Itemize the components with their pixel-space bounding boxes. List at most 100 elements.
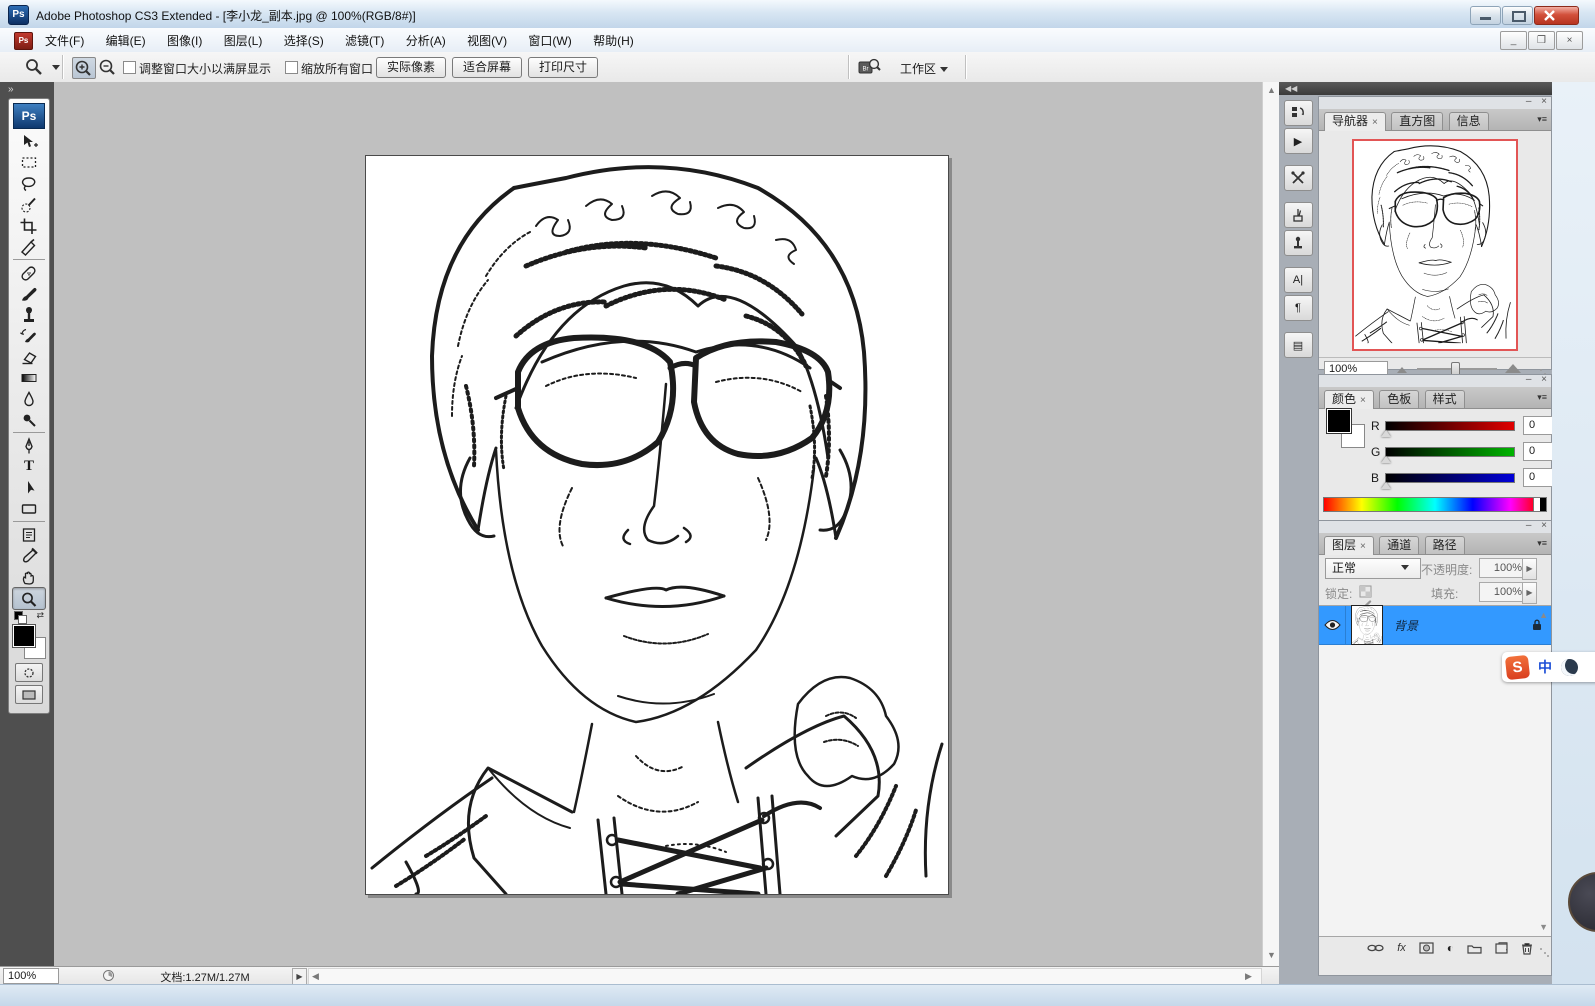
swap-colors-icon[interactable]: ⇄ (36, 610, 44, 621)
menu-window[interactable]: 窗口(W) (519, 28, 580, 53)
spectrum-white-swatch[interactable] (1533, 498, 1540, 511)
quick-mask-button[interactable] (15, 663, 43, 682)
document-canvas-area[interactable] (54, 82, 1262, 966)
menu-help[interactable]: 帮助(H) (584, 28, 643, 53)
eyedropper-tool[interactable] (13, 545, 45, 566)
scroll-left-icon[interactable]: ◀ (312, 971, 319, 982)
panel-close-icon[interactable]: × (1541, 96, 1547, 107)
panel-scroll-down-icon[interactable]: ▼ (1539, 922, 1548, 932)
opacity-arrow-icon[interactable]: ▶ (1522, 558, 1537, 580)
tab-histogram[interactable]: 直方图 (1391, 112, 1443, 130)
adjustment-layer-icon[interactable]: ◐ (1447, 941, 1454, 955)
brushes-panel-icon[interactable] (1284, 202, 1313, 228)
zoom-in-button[interactable] (72, 57, 96, 79)
zoom-tool[interactable] (12, 587, 46, 610)
fill-value[interactable]: 100% (1479, 582, 1527, 602)
panel-close-icon[interactable]: × (1541, 374, 1547, 385)
zoom-tool-option-icon[interactable] (24, 57, 44, 77)
tab-close-icon[interactable]: × (1360, 541, 1366, 552)
type-tool[interactable]: T (13, 456, 45, 477)
zoom-all-checkbox[interactable] (285, 61, 298, 74)
window-minimize-button[interactable] (1470, 6, 1501, 25)
opacity-value[interactable]: 100% (1479, 558, 1527, 578)
tab-color[interactable]: 颜色× (1324, 390, 1374, 409)
ime-fullhalf-icon[interactable] (1561, 659, 1578, 676)
status-zoom-field[interactable]: 100% (3, 968, 59, 984)
layer-visibility-cell[interactable] (1319, 606, 1346, 644)
tool-preset-caret-icon[interactable] (52, 65, 60, 70)
panel-menu-icon[interactable]: ▾≡ (1537, 538, 1547, 549)
red-channel-slider[interactable] (1385, 421, 1515, 431)
window-close-button[interactable] (1534, 6, 1579, 25)
navigator-proxy-view[interactable] (1352, 139, 1518, 351)
collapse-tools-icon[interactable]: » (8, 84, 12, 95)
panel-close-icon[interactable]: × (1541, 520, 1547, 531)
menu-file[interactable]: 文件(F) (36, 28, 93, 53)
character-panel-icon[interactable]: A| (1284, 267, 1313, 293)
tab-paths[interactable]: 路径 (1425, 536, 1465, 554)
tab-styles[interactable]: 样式 (1425, 390, 1465, 408)
lasso-tool[interactable] (13, 173, 45, 194)
menu-analysis[interactable]: 分析(A) (397, 28, 455, 53)
spot-healing-tool[interactable] (13, 262, 45, 283)
tab-close-icon[interactable]: × (1360, 395, 1366, 406)
lock-transparency-icon[interactable] (1359, 585, 1372, 598)
actual-pixels-button[interactable]: 实际像素 (376, 57, 446, 78)
menu-edit[interactable]: 编辑(E) (97, 28, 155, 53)
blue-channel-slider[interactable] (1385, 473, 1515, 483)
status-menu-arrow[interactable]: ▶ (292, 968, 307, 985)
vertical-scrollbar[interactable]: ▲ ▼ (1262, 82, 1280, 966)
green-slider-thumb[interactable] (1381, 456, 1391, 463)
hand-tool[interactable] (13, 566, 45, 587)
fit-screen-button[interactable]: 适合屏幕 (452, 57, 522, 78)
history-brush-tool[interactable] (13, 325, 45, 346)
tab-layers[interactable]: 图层× (1324, 536, 1374, 555)
zoom-in-mountain-icon[interactable] (1505, 364, 1521, 373)
color-spectrum-ramp[interactable] (1323, 497, 1547, 512)
dodge-tool[interactable] (13, 409, 45, 430)
workspace-label[interactable]: 工作区 (900, 60, 948, 77)
panel-minimize-icon[interactable]: – (1526, 96, 1532, 107)
layer-style-icon[interactable]: fx (1397, 942, 1406, 954)
layer-thumbnail[interactable] (1352, 606, 1382, 644)
scroll-down-icon[interactable]: ▼ (1263, 950, 1280, 960)
fit-window-checkbox[interactable] (123, 61, 136, 74)
layer-name[interactable]: 背景 (1394, 617, 1418, 634)
link-layers-icon[interactable] (1367, 943, 1384, 953)
eraser-tool[interactable] (13, 346, 45, 367)
marquee-tool[interactable] (13, 152, 45, 173)
menu-layer[interactable]: 图层(L) (215, 28, 272, 53)
blue-slider-thumb[interactable] (1381, 482, 1391, 489)
new-layer-icon[interactable] (1495, 942, 1508, 954)
pen-tool[interactable] (13, 435, 45, 456)
shape-tool[interactable] (13, 498, 45, 519)
zoom-out-button[interactable] (97, 57, 117, 77)
clone-stamp-tool[interactable] (13, 304, 45, 325)
doc-restore-button[interactable]: ❒ (1528, 31, 1555, 50)
menu-view[interactable]: 视图(V) (458, 28, 516, 53)
layer-mask-icon[interactable] (1419, 942, 1434, 954)
sogou-ime-bar[interactable]: S 中 (1502, 652, 1595, 682)
tab-info[interactable]: 信息 (1449, 112, 1489, 130)
brush-tool[interactable] (13, 283, 45, 304)
path-select-tool[interactable] (13, 477, 45, 498)
blur-tool[interactable] (13, 388, 45, 409)
sogou-logo-icon[interactable]: S (1505, 654, 1530, 679)
slice-tool[interactable] (13, 236, 45, 257)
ime-mode-indicator[interactable]: 中 (1538, 657, 1552, 677)
tab-close-icon[interactable]: × (1372, 117, 1378, 128)
menu-image[interactable]: 图像(I) (158, 28, 211, 53)
delete-layer-icon[interactable] (1521, 942, 1533, 955)
paragraph-panel-icon[interactable]: ¶ (1284, 295, 1313, 321)
panel-menu-icon[interactable]: ▾≡ (1537, 392, 1547, 403)
tab-navigator[interactable]: 导航器× (1324, 112, 1386, 131)
go-to-bridge-button[interactable]: Br (858, 58, 882, 76)
new-group-icon[interactable] (1467, 943, 1482, 954)
crop-tool[interactable] (13, 215, 45, 236)
collapse-dock-left-icon[interactable]: ◀◀ (1285, 82, 1297, 95)
spectrum-black-swatch[interactable] (1540, 498, 1546, 511)
tab-channels[interactable]: 通道 (1379, 536, 1419, 554)
zoom-out-mountain-icon[interactable] (1397, 367, 1407, 373)
print-size-button[interactable]: 打印尺寸 (528, 57, 598, 78)
gradient-tool[interactable] (13, 367, 45, 388)
